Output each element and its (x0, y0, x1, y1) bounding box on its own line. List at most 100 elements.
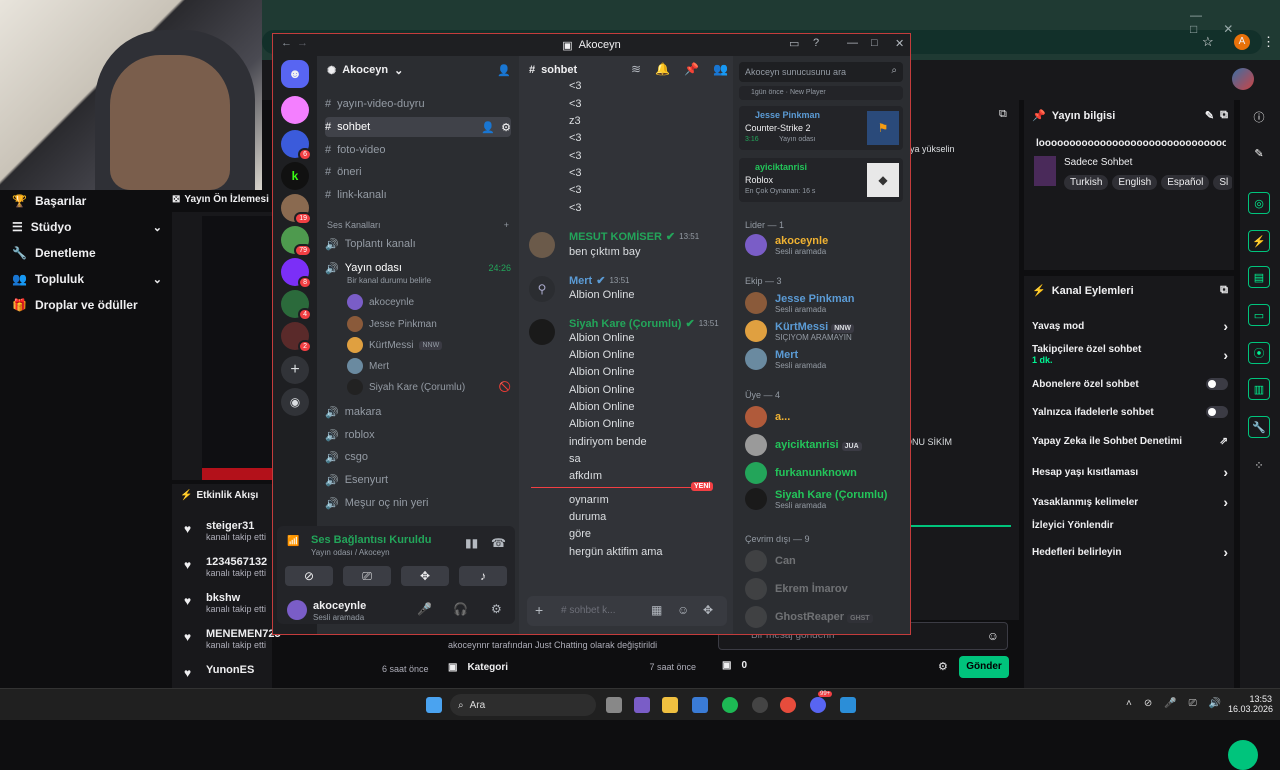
forward-arrow-icon[interactable]: → (297, 37, 308, 49)
activity-card[interactable]: 1gün önce · New Player (739, 86, 903, 100)
self-avatar[interactable] (287, 600, 307, 620)
add-member-icon[interactable]: 👤 (481, 121, 495, 134)
headset-icon[interactable]: 🎧 (453, 602, 468, 616)
text-channel[interactable]: # öneri (325, 162, 511, 182)
server-icon[interactable]: 19 (281, 194, 312, 225)
channel-status[interactable]: Bir kanal durumu belirle (347, 276, 431, 285)
screen-share-button[interactable]: ⎚ (343, 566, 391, 586)
voice-user[interactable]: KürtMessi NNW (347, 337, 443, 353)
activities-button[interactable]: ✥ (401, 566, 449, 586)
server-icon[interactable] (281, 96, 309, 124)
action-followers-only[interactable]: Takipçilere özel sohbet 1 dk. › (1032, 344, 1228, 365)
app-icon[interactable] (840, 697, 856, 713)
nav-drops[interactable]: 🎁 Droplar ve ödüller (12, 298, 162, 312)
help-button[interactable] (1228, 740, 1258, 770)
tag-chip[interactable]: English (1112, 175, 1158, 190)
help-icon[interactable]: ? (813, 37, 819, 49)
action-goals[interactable]: Hedefleri belirleyin › (1032, 544, 1228, 560)
voice-user[interactable]: Siyah Kare (Çorumlu) 🚫 (347, 379, 511, 395)
info-icon[interactable]: ⓘ (1248, 106, 1270, 128)
channel-points[interactable]: ▣ 0 (722, 660, 747, 671)
member-row[interactable]: ayiciktanrisi JUA (745, 434, 905, 456)
nav-community[interactable]: 👥 Topluluk ⌄ (12, 272, 162, 286)
toggle-switch[interactable] (1206, 378, 1228, 390)
invite-icon[interactable]: 👤 (497, 64, 511, 77)
text-channel[interactable]: # yayın-video-duyru (325, 94, 511, 114)
chrome-icon[interactable] (780, 697, 796, 713)
activity-card[interactable]: Jesse Pinkman Counter-Strike 2 3:16 Yayı… (739, 106, 903, 150)
nav-moderation[interactable]: 🔧 Denetleme (12, 246, 162, 260)
message-avatar[interactable] (529, 319, 555, 345)
notes-icon[interactable]: ▤ (1248, 266, 1270, 288)
action-raid[interactable]: İzleyici Yönlendir (1032, 520, 1228, 531)
server-header[interactable]: ✺ Akoceyn ⌄ 👤 (327, 64, 511, 77)
text-channel-active[interactable]: # sohbet 👤 ⚙ (325, 117, 511, 137)
server-search[interactable]: Akoceyn sunucusunu ara ⌕ (739, 62, 903, 82)
gift-icon[interactable]: ▦ (651, 603, 662, 617)
close-icon[interactable]: ✕ (895, 37, 904, 50)
task-view-icon[interactable] (606, 697, 622, 713)
noise-suppression-icon[interactable]: ▮▮ (465, 536, 478, 550)
pin-icon[interactable]: 📌 (684, 62, 699, 76)
file-explorer-icon[interactable] (662, 697, 678, 713)
action-subscribers-only[interactable]: Abonelere özel sohbet (1032, 378, 1228, 390)
server-icon[interactable]: 8 (281, 258, 312, 289)
inbox-icon[interactable]: ▭ (789, 37, 799, 50)
member-row[interactable]: KürtMessi NNW SIÇIYOM ARAMAYIN (745, 320, 905, 342)
voice-channel[interactable]: 🔊 roblox (325, 425, 511, 445)
member-row[interactable]: Mert Sesli aramada (745, 348, 905, 370)
nav-studio[interactable]: ☰ Stüdyo ⌄ (12, 220, 162, 234)
server-icon[interactable]: 79 (281, 226, 312, 257)
text-channel[interactable]: # link-kanalı (325, 185, 511, 205)
action-ai-moderation[interactable]: Yapay Zeka ile Sohbet Denetimi ⇗ (1032, 436, 1228, 447)
attach-plus-icon[interactable]: + (535, 602, 543, 618)
layout-icon[interactable]: ▥ (1248, 378, 1270, 400)
system-tray[interactable]: ˄⊘🎤⎚🔊 (1126, 698, 1233, 709)
window-controls[interactable]: —□✕ (1190, 8, 1280, 36)
action-emote-only[interactable]: Yalnızca ifadelerle sohbet (1032, 406, 1228, 418)
back-arrow-icon[interactable]: ← (281, 37, 292, 49)
member-row[interactable]: Ekrem İmarov (745, 578, 905, 600)
soundboard-button[interactable]: ♪ (459, 566, 507, 586)
toggle-switch[interactable] (1206, 406, 1228, 418)
profile-avatar[interactable]: A (1234, 34, 1250, 50)
action-account-age[interactable]: Hesap yaşı kısıtlaması › (1032, 464, 1228, 480)
member-row[interactable]: GhostReaper GHST (745, 606, 905, 628)
voice-category[interactable]: Ses Kanalları + (327, 220, 509, 230)
bolt-action-icon[interactable]: ⚡ (1248, 230, 1270, 252)
member-row[interactable]: Jesse Pinkman Sesli aramada (745, 292, 905, 314)
store-icon[interactable] (692, 697, 708, 713)
voice-channel-active[interactable]: 🔊 Yayın odası 24:26 (325, 258, 511, 278)
voice-channel[interactable]: 🔊 Esenyurt (325, 470, 511, 490)
user-avatar[interactable] (1232, 68, 1254, 90)
app-icon[interactable] (634, 697, 650, 713)
message-author[interactable]: MESUT KOMİSER ✔ 13:51 (569, 230, 699, 244)
kategori-row[interactable]: ▣ Kategori 7 saat önce (448, 662, 696, 673)
server-icon[interactable]: 2 (281, 322, 312, 353)
tag-chip[interactable]: Turkish (1064, 175, 1109, 190)
star-icon[interactable]: ☆ (1202, 34, 1214, 50)
member-row[interactable]: a... (745, 406, 905, 428)
steam-icon[interactable] (752, 697, 768, 713)
discord-taskbar-icon[interactable]: 99+ (810, 691, 833, 713)
member-row[interactable]: Can (745, 550, 905, 572)
threads-icon[interactable]: ≋ (631, 62, 641, 76)
popout-icon[interactable]: ⧉ (1220, 284, 1228, 297)
voice-channel[interactable]: 🔊 csgo (325, 447, 511, 467)
emote-icon[interactable]: ☺ (987, 629, 999, 643)
message-avatar[interactable]: ⚲ (529, 276, 555, 302)
minimize-icon[interactable]: — (847, 37, 858, 49)
voice-user[interactable]: akoceynle (347, 294, 414, 310)
text-channel[interactable]: # foto-video (325, 140, 511, 160)
apps-icon[interactable]: ✥ (703, 603, 713, 617)
members-icon[interactable]: 👥 (713, 62, 728, 76)
tag-chip[interactable]: Español (1161, 175, 1210, 190)
menu-icon[interactable]: ⋮ (1262, 34, 1275, 50)
discord-home-icon[interactable]: ☻ (281, 60, 309, 88)
pencil-icon[interactable]: ✎ (1248, 142, 1270, 164)
message-author[interactable]: Mert ✔ 13:51 (569, 274, 629, 288)
voice-user[interactable]: Mert (347, 358, 389, 374)
server-icon[interactable]: 4 (281, 290, 312, 321)
action-banned-words[interactable]: Yasaklanmış kelimeler › (1032, 494, 1228, 510)
voice-channel[interactable]: 🔊 makara (325, 402, 511, 422)
